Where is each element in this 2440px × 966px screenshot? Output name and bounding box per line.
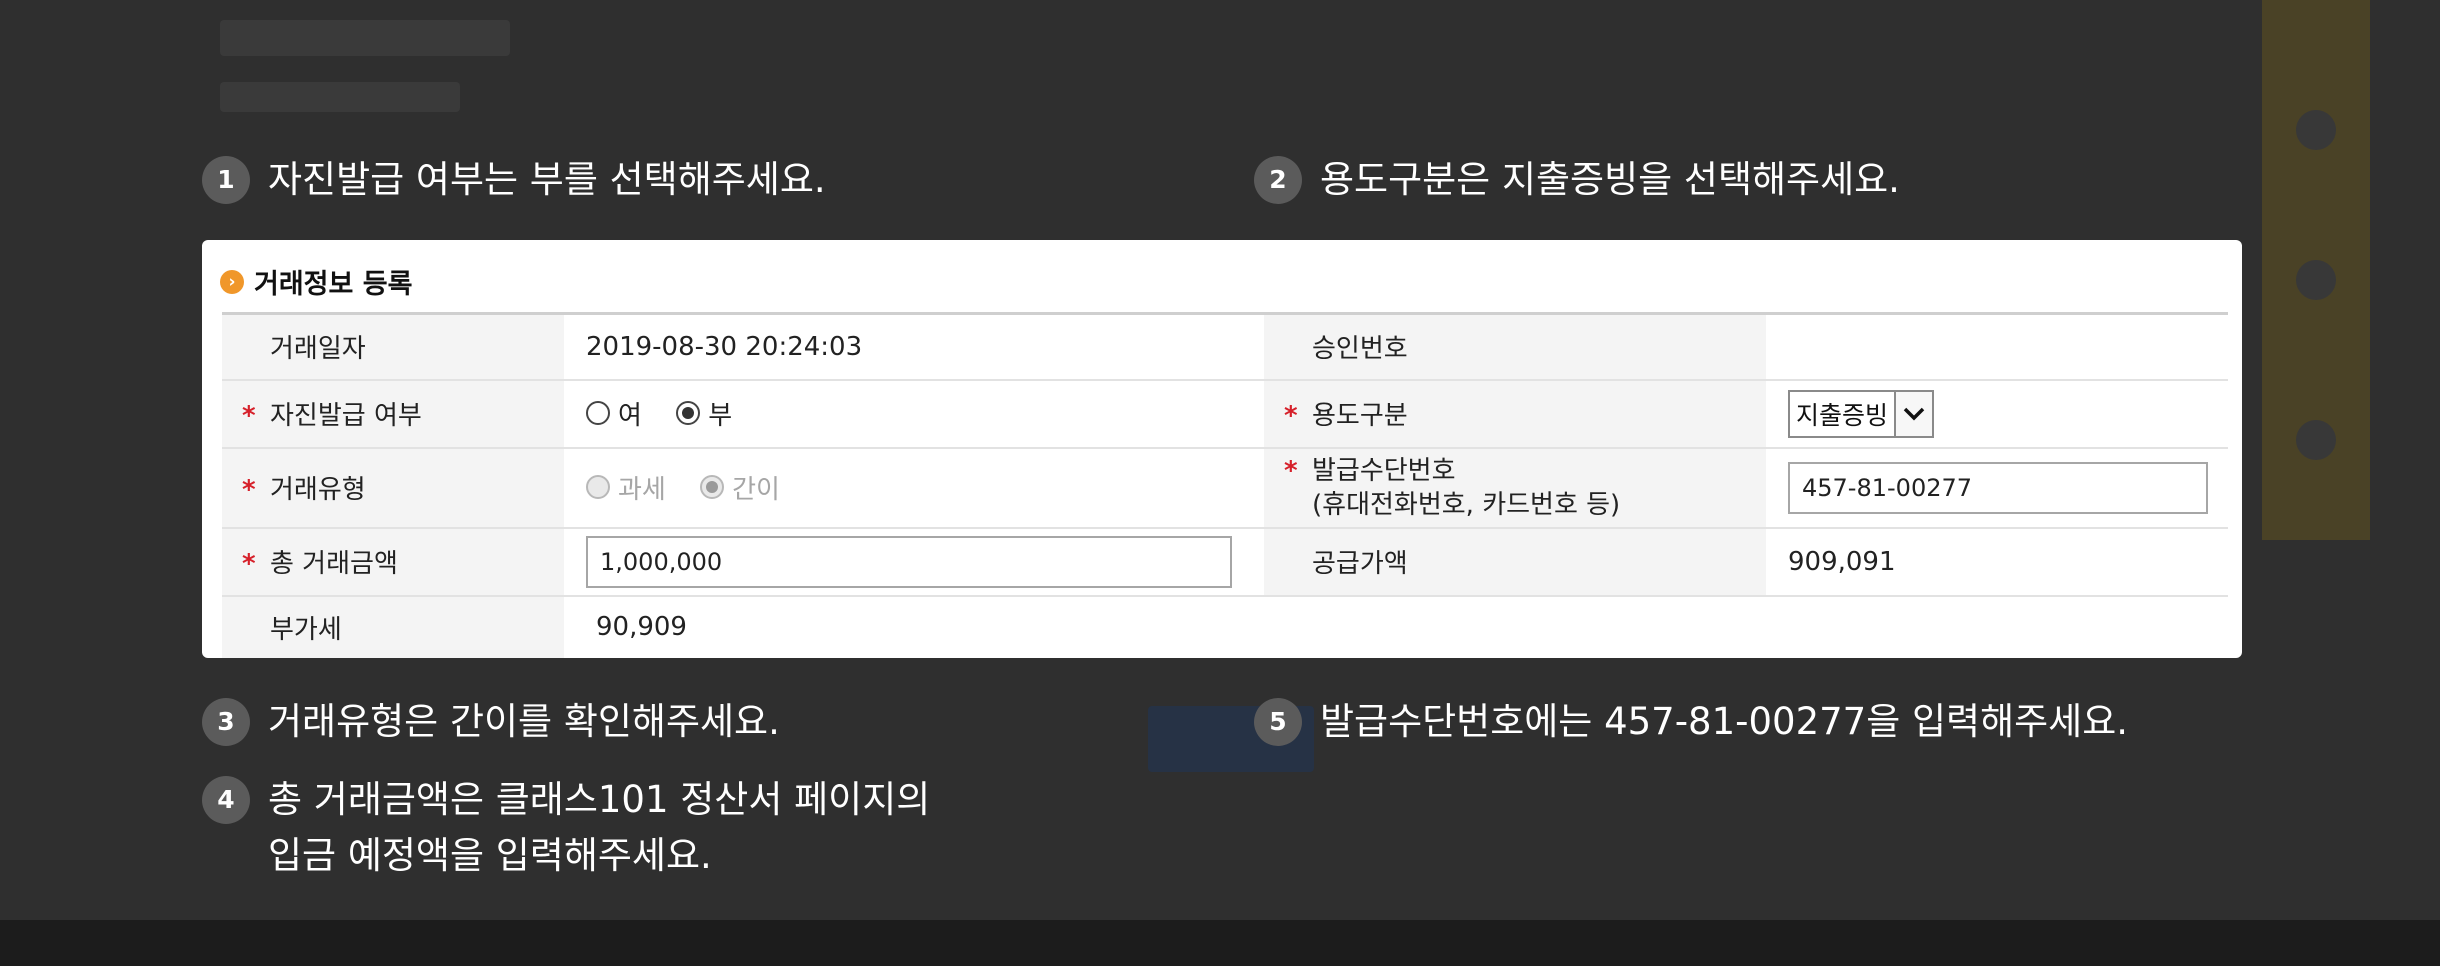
transaction-date-label: 거래일자 bbox=[222, 313, 564, 381]
step-number: 3 bbox=[202, 698, 250, 746]
step-3: 3 거래유형은 간이를 확인해주세요. bbox=[202, 694, 780, 750]
approval-no-label: 승인번호 bbox=[1264, 313, 1766, 381]
chevron-right-icon: › bbox=[220, 269, 244, 294]
step-number: 2 bbox=[1254, 156, 1302, 204]
step-text: 총 거래금액은 클래스101 정산서 페이지의 입금 예정액을 입력해주세요. bbox=[268, 778, 931, 877]
usage-cell: 지출증빙 bbox=[1766, 379, 2228, 449]
issue-no-sublabel: (휴대전화번호, 카드번호 등) bbox=[1312, 489, 1621, 520]
issue-no-cell: 457-81-00277 bbox=[1766, 447, 2228, 529]
table-row: 거래일자 2019-08-30 20:24:03 승인번호 bbox=[222, 313, 2228, 381]
footer-bar bbox=[0, 920, 2440, 966]
required-mark: * bbox=[242, 475, 256, 505]
radio-circle[interactable] bbox=[586, 401, 610, 426]
total-amount-cell: 1,000,000 bbox=[564, 527, 1264, 597]
trade-type-options: 과세 간이 bbox=[564, 447, 1264, 529]
required-mark: * bbox=[1284, 401, 1298, 431]
transaction-date-value: 2019-08-30 20:24:03 bbox=[564, 313, 1264, 381]
background-icon bbox=[2296, 110, 2336, 150]
step-2: 2 용도구분은 지출증빙을 선택해주세요. bbox=[1254, 152, 1900, 208]
self-issue-no-radio[interactable]: 부 bbox=[676, 395, 732, 432]
step-5: 5 발급수단번호에는 457-81-00277을 입력해주세요. bbox=[1254, 694, 2128, 750]
step-text: 용도구분은 지출증빙을 선택해주세요. bbox=[1320, 158, 1900, 201]
table-row: 부가세 90,909 bbox=[222, 595, 2228, 658]
background-icon bbox=[2296, 420, 2336, 460]
vat-value: 90,909 bbox=[596, 612, 687, 642]
step-4: 4 총 거래금액은 클래스101 정산서 페이지의 입금 예정액을 입력해주세요… bbox=[202, 772, 930, 884]
transaction-form-table: 거래일자 2019-08-30 20:24:03 승인번호 * 자진발급 여부 여… bbox=[222, 312, 2228, 658]
required-mark: * bbox=[242, 401, 256, 431]
panel-title-text: 거래정보 등록 bbox=[254, 269, 413, 300]
background-subheader-line bbox=[220, 82, 460, 112]
usage-select-value: 지출증빙 bbox=[1796, 400, 1889, 430]
supply-price-value: 909,091 bbox=[1766, 527, 2228, 597]
radio-circle-selected[interactable] bbox=[676, 401, 701, 426]
usage-label: * 용도구분 bbox=[1264, 379, 1766, 449]
step-1: 1 자진발급 여부는 부를 선택해주세요. bbox=[202, 152, 826, 208]
self-issue-label: * 자진발급 여부 bbox=[222, 379, 564, 449]
table-row: * 자진발급 여부 여 부 * 용도구분 지출증빙 bbox=[222, 379, 2228, 449]
step-text: 발급수단번호에는 457-81-00277을 입력해주세요. bbox=[1320, 700, 2128, 743]
required-mark: * bbox=[1284, 455, 1298, 486]
empty-cell bbox=[1264, 596, 1766, 658]
trade-type-label: * 거래유형 bbox=[222, 447, 564, 529]
panel-title: › 거래정보 등록 bbox=[220, 262, 412, 301]
total-amount-input[interactable]: 1,000,000 bbox=[586, 535, 1232, 588]
required-mark: * bbox=[242, 549, 256, 579]
step-number: 4 bbox=[202, 776, 250, 824]
issue-no-label: * 발급수단번호 (휴대전화번호, 카드번호 등) bbox=[1264, 447, 1766, 529]
vat-label: 부가세 bbox=[222, 595, 564, 658]
trade-type-taxable-radio: 과세 bbox=[586, 469, 666, 506]
total-amount-label: * 총 거래금액 bbox=[222, 527, 564, 597]
step-text: 거래유형은 간이를 확인해주세요. bbox=[268, 700, 780, 743]
background-icon bbox=[2296, 260, 2336, 300]
self-issue-options: 여 부 bbox=[564, 379, 1264, 449]
transaction-info-panel: › 거래정보 등록 거래일자 2019-08-30 20:24:03 승인번호 … bbox=[202, 240, 2242, 658]
step-text: 자진발급 여부는 부를 선택해주세요. bbox=[268, 158, 826, 201]
table-row: * 총 거래금액 1,000,000 공급가액 909,091 bbox=[222, 527, 2228, 597]
radio-circle-disabled bbox=[586, 475, 610, 500]
trade-type-simple-radio: 간이 bbox=[700, 469, 780, 506]
supply-price-label: 공급가액 bbox=[1264, 527, 1766, 597]
chevron-down-icon[interactable] bbox=[1894, 391, 1933, 436]
background-header-line bbox=[220, 20, 510, 56]
issue-no-input[interactable]: 457-81-00277 bbox=[1788, 461, 2208, 514]
approval-no-value bbox=[1766, 313, 2228, 381]
radio-circle-disabled-selected bbox=[700, 475, 725, 500]
step-number: 1 bbox=[202, 156, 250, 204]
self-issue-yes-radio[interactable]: 여 bbox=[586, 395, 642, 432]
empty-cell bbox=[1766, 596, 2228, 658]
usage-select[interactable]: 지출증빙 bbox=[1788, 389, 1935, 438]
table-row: * 거래유형 과세 간이 * 발급수단번호 (휴대전화번호, 카드번호 등) 457… bbox=[222, 447, 2228, 529]
step-number: 5 bbox=[1254, 698, 1302, 746]
